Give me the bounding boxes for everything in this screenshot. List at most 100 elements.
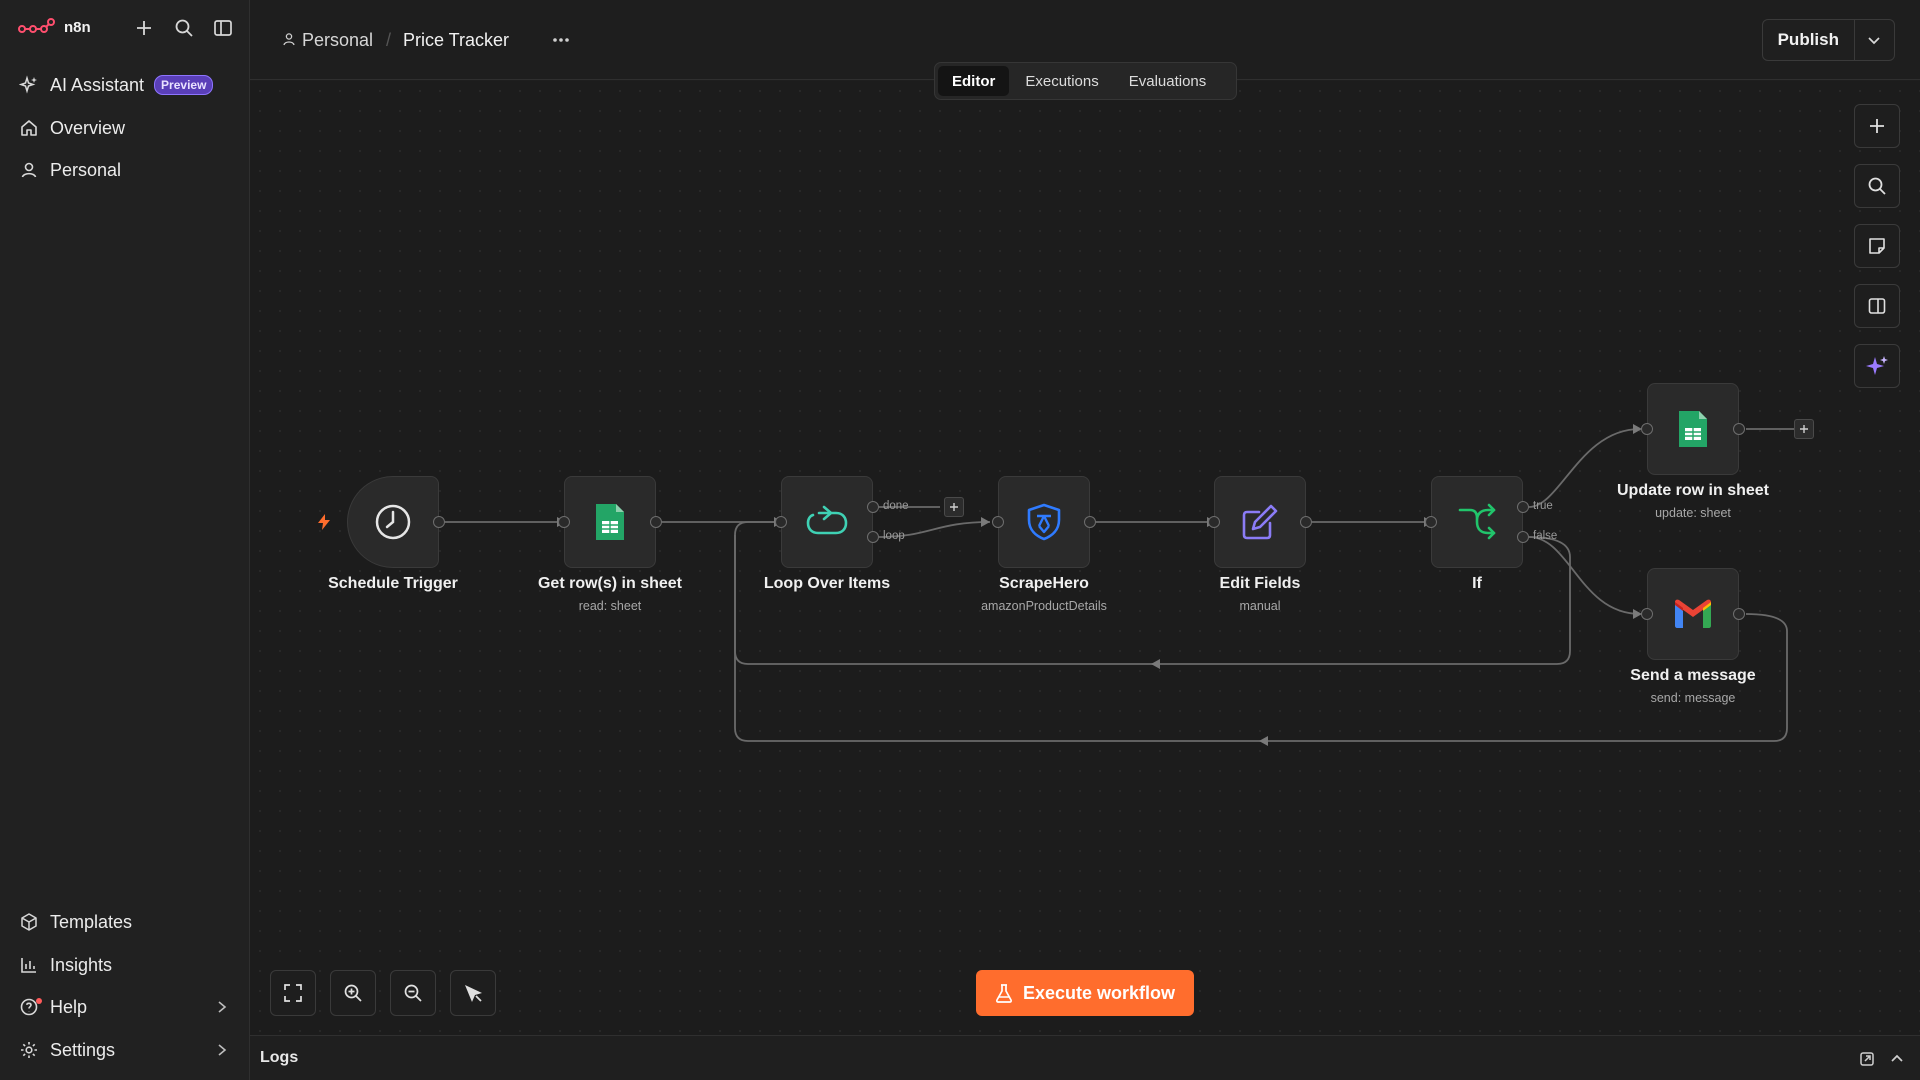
node-schedule-trigger[interactable] — [347, 476, 439, 568]
sidebar-item-overview[interactable]: Overview — [10, 110, 240, 146]
view-tabs: Editor Executions Evaluations — [934, 62, 1237, 100]
node-get-rows[interactable] — [564, 476, 656, 568]
input-handle[interactable] — [1208, 516, 1220, 528]
sparkles-icon — [18, 74, 40, 96]
zoom-out-icon — [404, 984, 422, 1002]
breadcrumb-separator: / — [386, 30, 392, 50]
sidebar-toggle-icon[interactable] — [210, 15, 236, 41]
bar-chart-icon — [18, 954, 40, 976]
add-icon[interactable] — [131, 15, 157, 41]
node-subtitle: read: sheet — [578, 599, 642, 613]
tidy-up-button[interactable] — [450, 970, 496, 1016]
zoom-in-button[interactable] — [330, 970, 376, 1016]
output-handle-done[interactable] — [867, 501, 879, 513]
output-handle[interactable] — [650, 516, 662, 528]
publish-button[interactable]: Publish — [1763, 20, 1855, 60]
ai-sparkle-icon — [1866, 356, 1888, 375]
sticky-note-button[interactable] — [1854, 224, 1900, 268]
google-sheets-icon — [1679, 411, 1707, 447]
panel-icon — [1868, 298, 1886, 314]
brand-name: n8n — [64, 18, 91, 36]
trigger-bolt-icon — [316, 513, 332, 536]
node-edit-fields[interactable] — [1214, 476, 1306, 568]
output-handle[interactable] — [1300, 516, 1312, 528]
edit-pencil-icon — [1242, 504, 1278, 540]
chevron-up-icon[interactable] — [1886, 1048, 1908, 1070]
user-icon — [282, 30, 296, 51]
sidebar-item-label: Templates — [50, 911, 133, 932]
loop-icon — [806, 505, 848, 535]
gmail-icon — [1675, 599, 1711, 628]
pop-out-icon[interactable] — [1856, 1048, 1878, 1070]
sidebar-item-label: Settings — [50, 1039, 116, 1060]
sidebar-item-templates[interactable]: Templates — [10, 904, 240, 940]
add-node-plus-icon[interactable] — [1794, 419, 1814, 439]
project-name: Personal — [302, 30, 374, 50]
output-handle[interactable] — [1733, 608, 1745, 620]
sidebar-item-label: Overview — [50, 117, 126, 138]
zoom-out-button[interactable] — [390, 970, 436, 1016]
canvas-zoom-controls — [270, 970, 496, 1016]
sidebar-item-label: AI Assistant — [50, 74, 145, 95]
node-if[interactable] — [1431, 476, 1523, 568]
input-handle[interactable] — [558, 516, 570, 528]
output-handle[interactable] — [433, 516, 445, 528]
output-label-done: done — [883, 500, 909, 512]
chevron-down-icon[interactable] — [1855, 20, 1894, 60]
sidebar-item-settings[interactable]: Settings — [10, 1032, 240, 1068]
sidebar: n8n AI Assistant Preview Overview Person… — [0, 0, 250, 1080]
toggle-panel-button[interactable] — [1854, 284, 1900, 328]
output-handle[interactable] — [1084, 516, 1096, 528]
more-options-icon[interactable] — [546, 26, 576, 54]
execute-workflow-button[interactable]: Execute workflow — [976, 970, 1194, 1016]
clock-icon — [375, 504, 411, 540]
node-update-row[interactable] — [1647, 383, 1739, 475]
sidebar-item-insights[interactable]: Insights — [10, 947, 240, 983]
output-label-loop: loop — [883, 530, 905, 542]
node-scrapehero[interactable] — [998, 476, 1090, 568]
ai-builder-button[interactable] — [1854, 344, 1900, 388]
output-handle-true[interactable] — [1517, 501, 1529, 513]
branch-icon — [1458, 503, 1496, 540]
add-node-button[interactable] — [1854, 104, 1900, 148]
node-loop-over-items[interactable] — [781, 476, 873, 568]
add-node-plus-icon[interactable] — [944, 497, 964, 517]
sidebar-item-personal[interactable]: Personal — [10, 152, 240, 188]
n8n-logo-icon — [18, 18, 55, 33]
node-label: Update row in sheet — [1616, 482, 1770, 499]
tab-executions[interactable]: Executions — [1011, 66, 1112, 96]
zoom-in-icon — [344, 984, 362, 1002]
sidebar-item-help[interactable]: Help — [10, 989, 240, 1025]
input-handle[interactable] — [1641, 608, 1653, 620]
workflow-title[interactable]: Price Tracker — [403, 30, 509, 51]
input-handle[interactable] — [1425, 516, 1437, 528]
package-icon — [18, 911, 40, 933]
logs-panel[interactable]: Logs — [250, 1035, 1920, 1080]
output-handle-false[interactable] — [1517, 531, 1529, 543]
node-send-message[interactable] — [1647, 568, 1739, 660]
node-label: Send a message — [1630, 667, 1756, 684]
node-label: Get row(s) in sheet — [537, 575, 683, 592]
flask-icon — [995, 984, 1013, 1003]
search-nodes-button[interactable] — [1854, 164, 1900, 208]
output-label-false: false — [1533, 530, 1558, 542]
fit-view-button[interactable] — [270, 970, 316, 1016]
workflow-canvas[interactable]: Schedule Trigger Get row(s) in sheet rea… — [250, 81, 1920, 1035]
brand-logo[interactable]: n8n — [18, 14, 91, 40]
tab-evaluations[interactable]: Evaluations — [1115, 66, 1221, 96]
tab-editor[interactable]: Editor — [938, 66, 1010, 96]
output-handle-loop[interactable] — [867, 531, 879, 543]
publish-control: Publish — [1762, 19, 1895, 61]
google-sheets-icon — [596, 504, 624, 540]
breadcrumb-project[interactable]: Personal — [282, 30, 373, 51]
output-handle[interactable] — [1733, 423, 1745, 435]
input-handle[interactable] — [775, 516, 787, 528]
output-label-true: true — [1533, 500, 1553, 512]
input-handle[interactable] — [992, 516, 1004, 528]
sidebar-item-ai-assistant[interactable]: AI Assistant Preview — [10, 67, 240, 103]
execute-workflow-label: Execute workflow — [1022, 982, 1176, 1003]
input-handle[interactable] — [1641, 423, 1653, 435]
sidebar-item-label: Help — [50, 996, 88, 1017]
plus-icon — [1870, 119, 1884, 133]
search-icon[interactable] — [171, 15, 197, 41]
